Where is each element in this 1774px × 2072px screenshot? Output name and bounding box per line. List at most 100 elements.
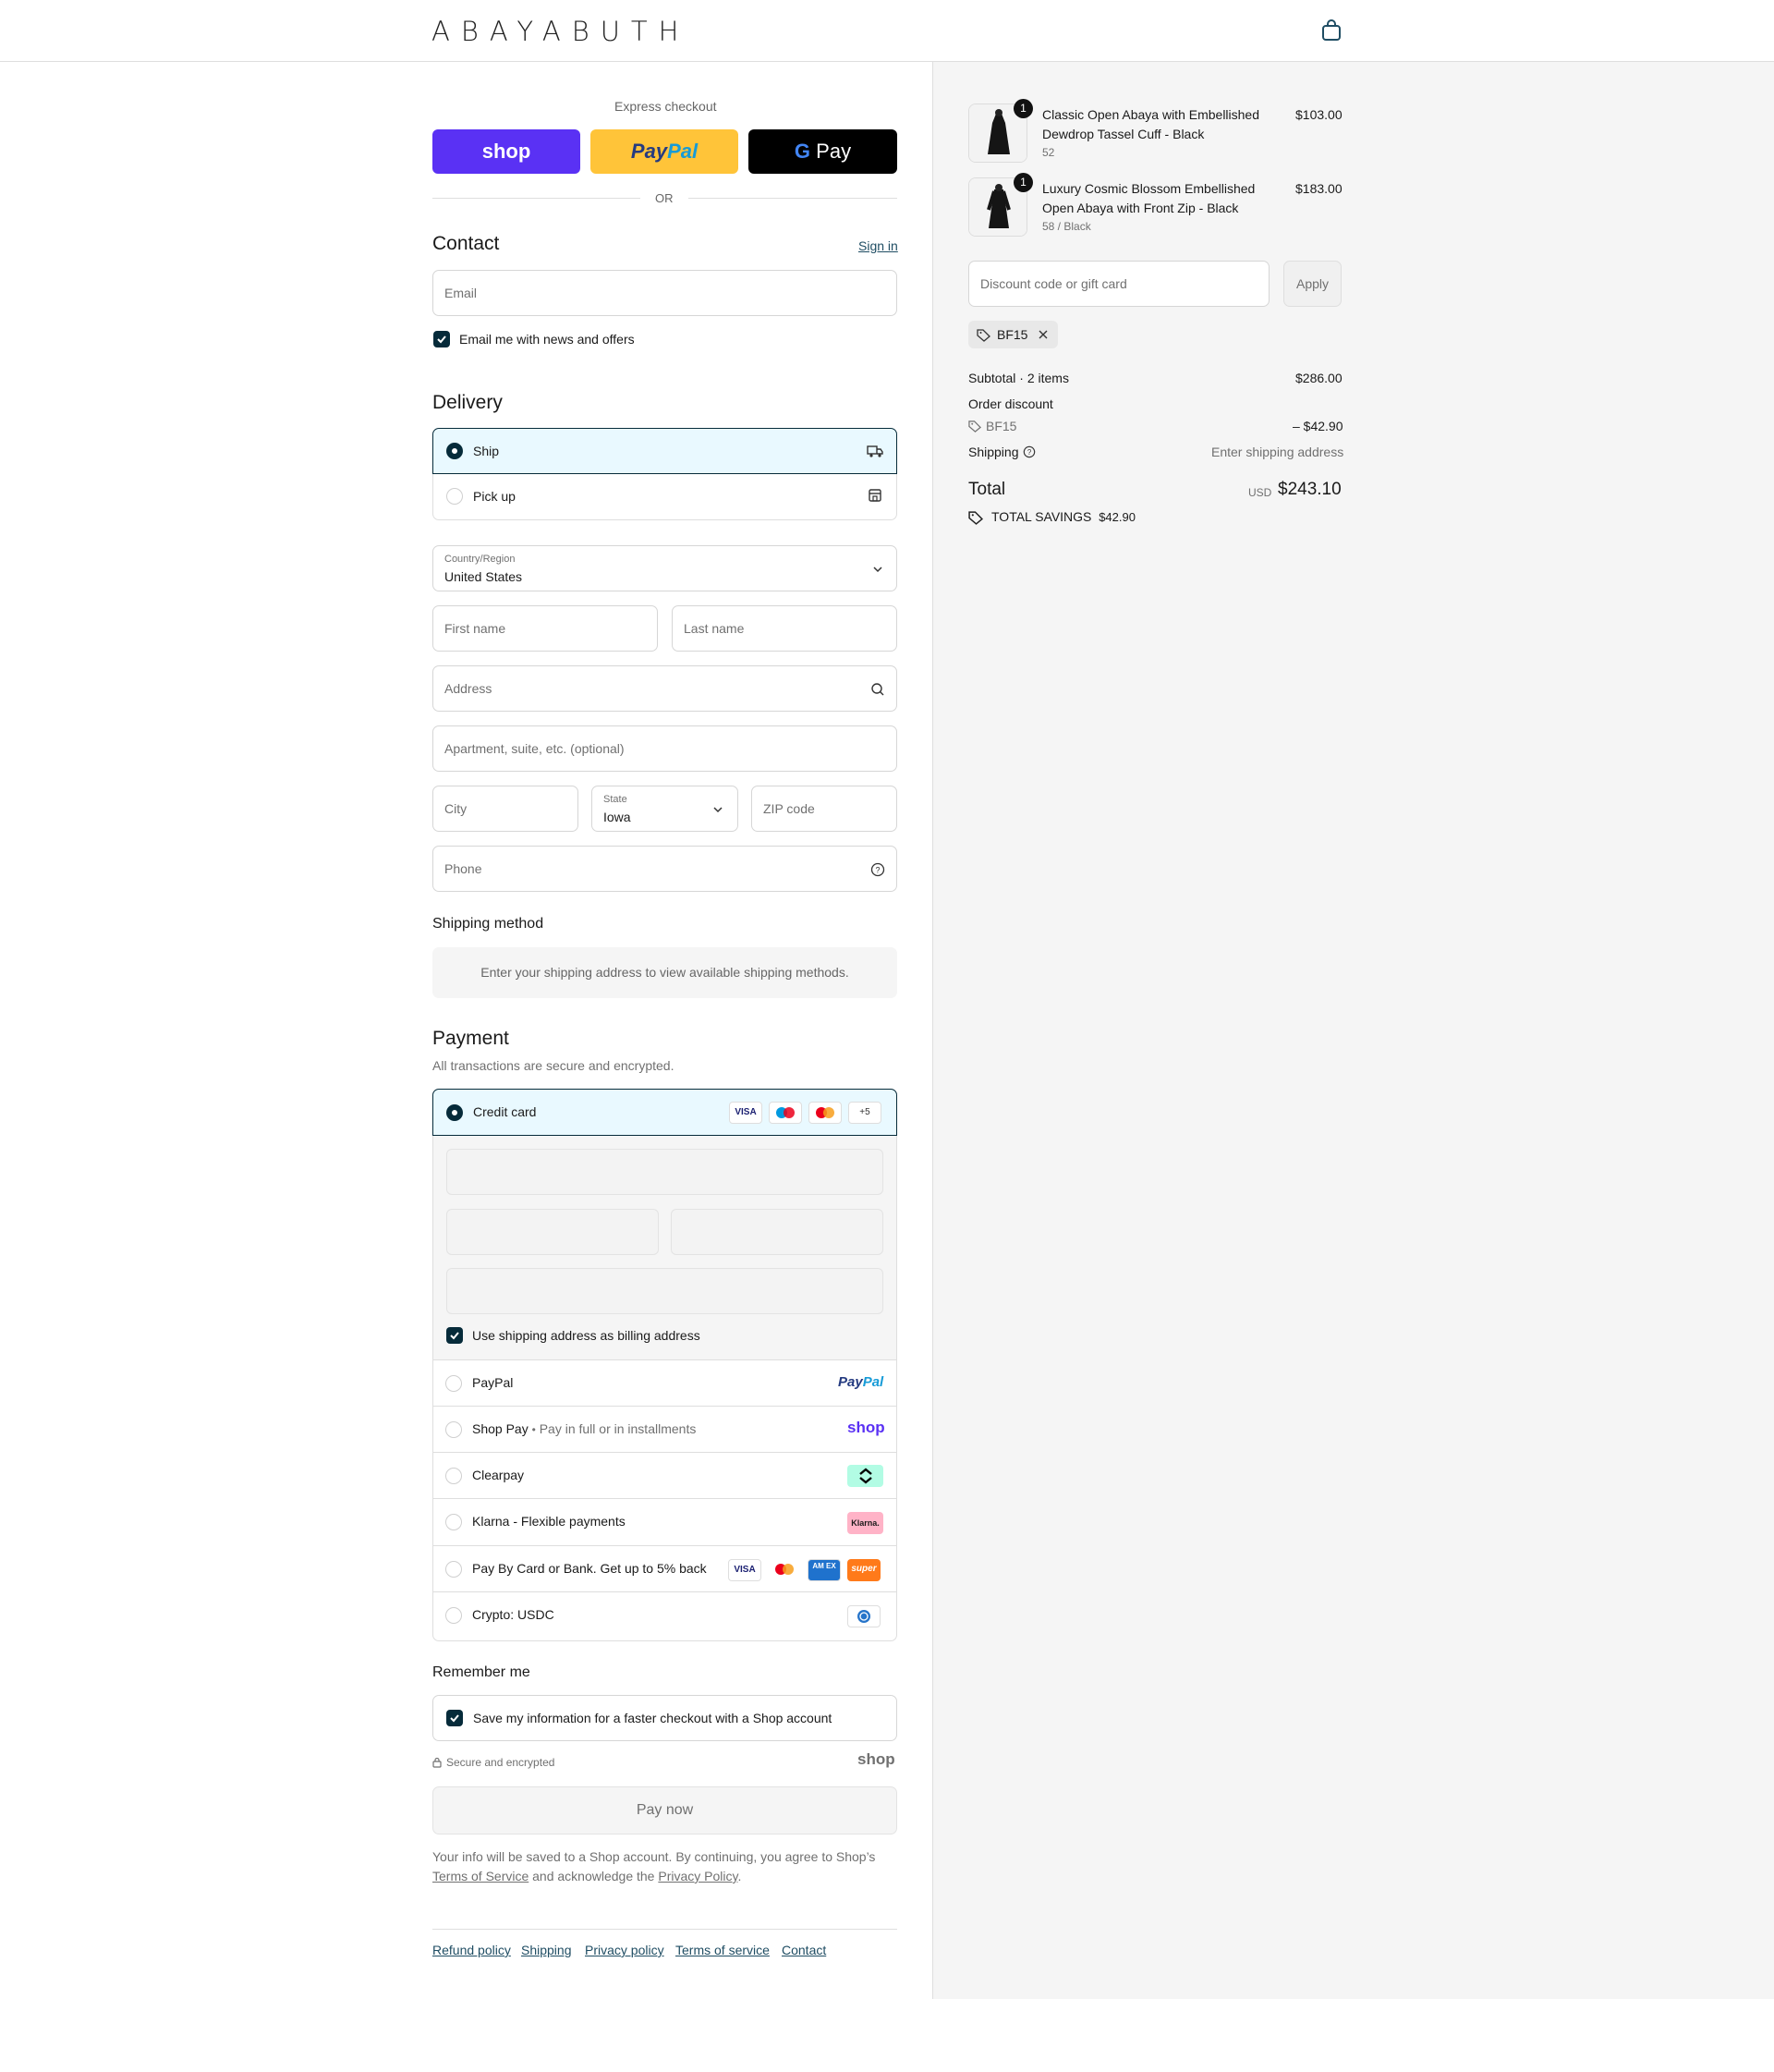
- billing-same-checkbox[interactable]: [446, 1327, 463, 1344]
- paypal-radio[interactable]: [445, 1375, 462, 1392]
- phone-placeholder: Phone: [444, 861, 482, 876]
- card-number-field[interactable]: [446, 1149, 883, 1195]
- shop-privacy-link[interactable]: Privacy Policy: [658, 1869, 737, 1883]
- shop-terms-link[interactable]: Terms of Service: [432, 1869, 529, 1883]
- phone-field[interactable]: Phone ?: [432, 846, 897, 892]
- ship-radio[interactable]: [446, 443, 463, 459]
- delivery-option-ship[interactable]: Ship: [432, 428, 897, 474]
- paypal-label-pal: Pal: [667, 140, 699, 163]
- email-field[interactable]: Email: [432, 270, 897, 316]
- legal-line-2: Terms of Service and acknowledge the Pri…: [432, 1869, 741, 1883]
- shopping-bag-icon[interactable]: [1319, 18, 1343, 43]
- shop-pay-radio[interactable]: [445, 1421, 462, 1438]
- mastercard-icon: [768, 1559, 801, 1581]
- legal-mid: and acknowledge the: [529, 1869, 659, 1883]
- apartment-field[interactable]: Apartment, suite, etc. (optional): [432, 725, 897, 772]
- cart-item-variant: 58 / Black: [1042, 220, 1091, 233]
- clearpay-radio[interactable]: [445, 1468, 462, 1484]
- state-select[interactable]: State Iowa: [591, 786, 738, 832]
- city-field[interactable]: City: [432, 786, 578, 832]
- google-pay-button[interactable]: G Pay: [748, 129, 897, 174]
- footer-link-contact[interactable]: Contact: [782, 1943, 826, 1957]
- legal-line-1: Your info will be saved to a Shop accoun…: [432, 1849, 876, 1864]
- city-placeholder: City: [444, 801, 468, 816]
- usdc-icon: [847, 1605, 881, 1627]
- footer-link-refund[interactable]: Refund policy: [432, 1943, 511, 1957]
- state-label: State: [603, 794, 627, 805]
- site-header: ABAYABUTH: [0, 0, 1774, 62]
- payment-option-super[interactable]: Pay By Card or Bank. Get up to 5% back V…: [432, 1545, 897, 1591]
- svg-text:?: ?: [1027, 448, 1032, 457]
- shipping-method-heading: Shipping method: [432, 916, 544, 932]
- amex-icon: AM EX: [808, 1559, 841, 1581]
- zip-field[interactable]: ZIP code: [751, 786, 897, 832]
- secure-label: Secure and encrypted: [446, 1756, 555, 1769]
- sign-in-link[interactable]: Sign in: [858, 238, 898, 253]
- footer-link-shipping[interactable]: Shipping: [521, 1943, 572, 1957]
- apply-label: Apply: [1295, 276, 1330, 291]
- payment-option-klarna[interactable]: Klarna - Flexible payments Klarna.: [432, 1498, 897, 1544]
- crypto-radio[interactable]: [445, 1607, 462, 1624]
- remember-me-box[interactable]: Save my information for a faster checkou…: [432, 1695, 897, 1741]
- remember-me-heading: Remember me: [432, 1664, 530, 1680]
- card-expiry-field[interactable]: [446, 1209, 659, 1255]
- chevron-down-icon: [873, 567, 882, 573]
- credit-card-radio[interactable]: [446, 1104, 463, 1121]
- clearpay-logo-icon: [847, 1465, 883, 1487]
- address-field[interactable]: Address: [432, 665, 897, 712]
- or-label: OR: [655, 191, 674, 205]
- credit-card-option[interactable]: Credit card VISA +5: [432, 1089, 897, 1136]
- order-discount-label: Order discount: [968, 396, 1053, 411]
- payment-option-clearpay[interactable]: Clearpay: [432, 1452, 897, 1498]
- more-cards-badge[interactable]: +5: [848, 1102, 881, 1124]
- pickup-radio[interactable]: [446, 488, 463, 505]
- lock-icon: [432, 1757, 442, 1768]
- country-label: Country/Region: [444, 554, 516, 565]
- shop-pay-option-label: Shop Pay: [472, 1421, 529, 1436]
- super-radio[interactable]: [445, 1561, 462, 1578]
- cart-item-name-line1: Luxury Cosmic Blossom Embellished: [1042, 181, 1256, 196]
- save-info-checkbox[interactable]: [446, 1710, 463, 1726]
- applied-discount-tag: BF15: [968, 321, 1058, 348]
- tag-icon: [968, 420, 981, 433]
- google-pay-label: Pay: [816, 140, 852, 163]
- express-checkout-title: Express checkout: [614, 99, 717, 114]
- last-name-field[interactable]: Last name: [672, 605, 897, 652]
- truck-icon: [867, 445, 883, 457]
- paypal-button[interactable]: PayPal: [590, 129, 738, 174]
- mastercard-icon: [808, 1102, 842, 1124]
- apply-button[interactable]: Apply: [1283, 261, 1342, 307]
- close-icon[interactable]: [1038, 329, 1049, 340]
- newsletter-label: Email me with news and offers: [459, 332, 635, 347]
- cart-item-name-line2: Dewdrop Tassel Cuff - Black: [1042, 127, 1205, 141]
- footer-link-privacy[interactable]: Privacy policy: [585, 1943, 664, 1957]
- newsletter-checkbox[interactable]: [433, 331, 450, 347]
- address-placeholder: Address: [444, 681, 492, 696]
- discount-code-field[interactable]: Discount code or gift card: [968, 261, 1270, 307]
- help-icon[interactable]: ?: [870, 862, 885, 877]
- help-icon[interactable]: ?: [1023, 445, 1036, 458]
- footer-link-terms[interactable]: Terms of service: [675, 1943, 770, 1957]
- clearpay-option-label: Clearpay: [472, 1468, 525, 1482]
- pay-now-button[interactable]: Pay now: [432, 1786, 897, 1834]
- payment-option-paypal[interactable]: PayPal PayPal: [432, 1359, 897, 1406]
- payment-option-shop-pay[interactable]: Shop Pay • Pay in full or in installment…: [432, 1406, 897, 1452]
- search-icon: [871, 683, 884, 696]
- cart-item-name-line1: Classic Open Abaya with Embellished: [1042, 107, 1260, 122]
- subtotal-label: Subtotal · 2 items: [968, 371, 1069, 385]
- discount-code-label: BF15: [986, 419, 1017, 433]
- total-label: Total: [968, 480, 1006, 499]
- delivery-option-pickup[interactable]: Pick up: [432, 474, 897, 520]
- card-name-field[interactable]: [446, 1268, 883, 1314]
- first-name-field[interactable]: First name: [432, 605, 658, 652]
- discount-code-placeholder: Discount code or gift card: [980, 276, 1127, 291]
- shop-pay-button[interactable]: shop: [432, 129, 580, 174]
- brand-logo[interactable]: ABAYABUTH: [431, 16, 689, 47]
- payment-option-crypto[interactable]: Crypto: USDC: [432, 1591, 897, 1640]
- payment-subtitle: All transactions are secure and encrypte…: [432, 1058, 674, 1073]
- card-cvv-field[interactable]: [671, 1209, 883, 1255]
- country-select[interactable]: Country/Region United States: [432, 545, 897, 591]
- klarna-radio[interactable]: [445, 1514, 462, 1530]
- shop-pay-label: shop: [481, 140, 531, 163]
- savings-tag-icon: [968, 511, 983, 525]
